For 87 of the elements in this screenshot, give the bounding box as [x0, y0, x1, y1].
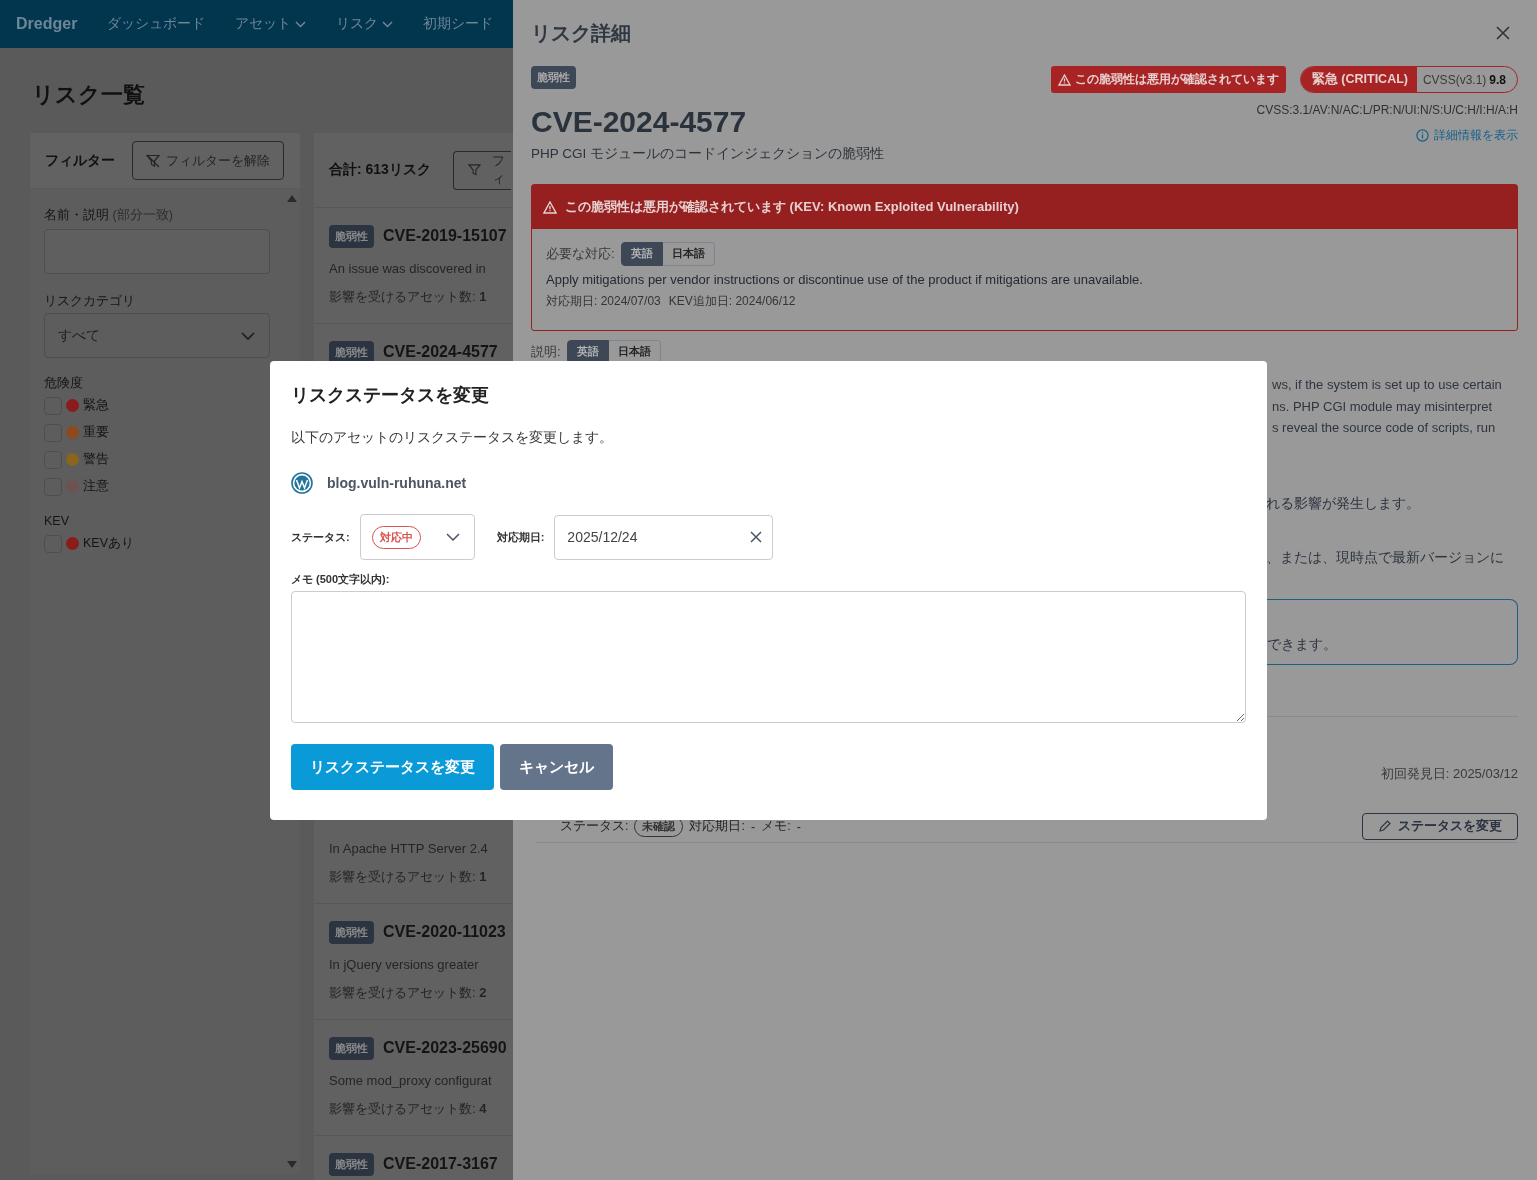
- nav-item[interactable]: リスク: [336, 15, 394, 33]
- field-label: 危険度: [44, 376, 83, 390]
- nav-item[interactable]: アセット: [235, 15, 307, 33]
- risk-subtitle: PHP CGI モジュールのコードインジェクションの脆弱性: [531, 145, 885, 163]
- risk-id: CVE-2023-25690: [383, 1039, 507, 1057]
- impact-text: れる影響が発生します。: [1266, 494, 1421, 513]
- description-text: ws, if the system is set up to use certain: [1272, 376, 1503, 394]
- filter-off-icon: [146, 153, 160, 168]
- risk-id: CVE-2024-4577: [383, 343, 498, 361]
- category-select[interactable]: すべて: [44, 313, 270, 358]
- risk-list-item[interactable]: 脆弱性 CVE-2017-3167: [314, 1136, 513, 1180]
- kev-alert-title: この脆弱性は悪用が確認されています (KEV: Known Exploited Vulnerability): [565, 198, 1019, 216]
- field-label: KEV: [44, 514, 69, 528]
- field-label: 名前・説明: [44, 208, 109, 222]
- option-label: 重要: [83, 424, 109, 441]
- field-label: ステータス:: [291, 529, 350, 545]
- kev-added-date: KEV追加日: 2024/06/12: [668, 293, 796, 310]
- dialog-button[interactable]: キャンセル: [500, 744, 613, 790]
- field-label: 対応期日:: [496, 529, 545, 545]
- change-status-button[interactable]: ステータスを変更: [1362, 813, 1518, 840]
- nav-item[interactable]: 初期シード: [423, 15, 494, 33]
- chevron-down-icon: [445, 533, 460, 541]
- category-tag: 脆弱性: [531, 66, 576, 89]
- filter-title: フィルター: [45, 151, 115, 170]
- warning-icon: [543, 200, 557, 214]
- chevron-down-icon: [241, 331, 255, 340]
- status-select[interactable]: 対応中: [359, 514, 475, 560]
- option-label: 警告: [83, 451, 109, 468]
- option-label: 注意: [83, 478, 109, 495]
- nav-item[interactable]: ダッシュボード: [107, 15, 206, 33]
- note-text: できます。: [1267, 635, 1337, 654]
- field-value: -: [750, 819, 756, 834]
- field-label: 説明:: [531, 343, 561, 361]
- required-action-text: Apply mitigations per vendor instructions or discontinue use of the product if mitigations are unavailable.: [546, 272, 1144, 287]
- description-text: s reveal the source code of scripts, run: [1272, 419, 1497, 437]
- description-text: ns. PHP CGI module may misinterpret: [1272, 397, 1494, 416]
- risk-description: Some mod_proxy configurat: [329, 1072, 493, 1090]
- field-label: 対応期日:: [689, 818, 745, 835]
- field-label: メモ:: [761, 818, 791, 835]
- field-label: 必要な対応:: [546, 245, 615, 263]
- first-seen-date: 初回発見日: 2025/03/12: [1380, 764, 1518, 783]
- info-icon: [1416, 129, 1429, 142]
- logo-icon: [291, 472, 313, 494]
- chevron-down-icon: [295, 20, 307, 28]
- language-tab[interactable]: 日本語: [662, 242, 715, 266]
- exploited-tag: この脆弱性は悪用が確認されています: [1050, 66, 1286, 93]
- clear-icon[interactable]: [750, 531, 763, 543]
- cve-title: CVE-2024-4577: [531, 105, 748, 139]
- scroll-up-icon[interactable]: [287, 195, 297, 202]
- risk-id: CVE-2020-11023: [383, 923, 506, 941]
- risk-id: CVE-2019-15107: [383, 227, 507, 245]
- risk-id: CVE-2017-3167: [383, 1155, 498, 1173]
- field-value: -: [796, 819, 801, 834]
- field-label: メモ (500文字以内):: [291, 572, 391, 587]
- due-date-field[interactable]: 2025/12/24: [554, 514, 774, 560]
- warning-icon: [1057, 73, 1071, 86]
- details-link[interactable]: 詳細情報を表示: [1416, 127, 1518, 144]
- field-label: ステータス:: [560, 818, 629, 835]
- chevron-down-icon: [382, 20, 394, 28]
- category-tag: 脆弱性: [329, 1036, 374, 1060]
- drawer-title: リスク詳細: [531, 20, 631, 46]
- page-title: リスク一覧: [32, 82, 146, 108]
- option-label: 緊急: [83, 397, 109, 414]
- risk-total: 合計: 613リスク: [329, 161, 431, 179]
- language-tab[interactable]: 英語: [566, 340, 609, 364]
- cvss-vector: CVSS:3.1/AV:N/AC:L/PR:N/UI:N/S:U/C:H/I:H/A:H: [1256, 103, 1518, 117]
- category-tag: 脆弱性: [329, 340, 374, 364]
- category-tag: 脆弱性: [329, 224, 374, 248]
- memo-field[interactable]: [291, 591, 1246, 723]
- severity-level: 緊急 (CRITICAL): [1300, 67, 1417, 92]
- dialog-title: リスクステータスを変更: [291, 384, 490, 407]
- filter-icon: [467, 163, 481, 177]
- remedy-text: 、または、現時点で最新バージョンに: [1266, 549, 1505, 567]
- option-label: KEVあり: [83, 535, 134, 552]
- language-tab[interactable]: 英語: [620, 242, 663, 266]
- scroll-down-icon[interactable]: [287, 1161, 297, 1168]
- dialog-message: 以下のアセットのリスクステータスを変更します。: [291, 429, 614, 447]
- brand-name[interactable]: Dredger: [16, 15, 78, 33]
- dialog-button[interactable]: リスクステータスを変更: [291, 744, 494, 790]
- category-tag: 脆弱性: [329, 1152, 374, 1176]
- field-label: リスクカテゴリ: [44, 294, 135, 308]
- category-tag: 脆弱性: [329, 920, 374, 944]
- kev-due-date: 対応期日: 2024/07/03: [546, 293, 661, 310]
- cvss-score: CVSS(v3.1) 9.8: [1421, 71, 1507, 89]
- asset-name: blog.vuln-ruhuna.net: [327, 475, 467, 491]
- pencil-icon: [1378, 820, 1391, 833]
- close-icon[interactable]: [1496, 26, 1510, 40]
